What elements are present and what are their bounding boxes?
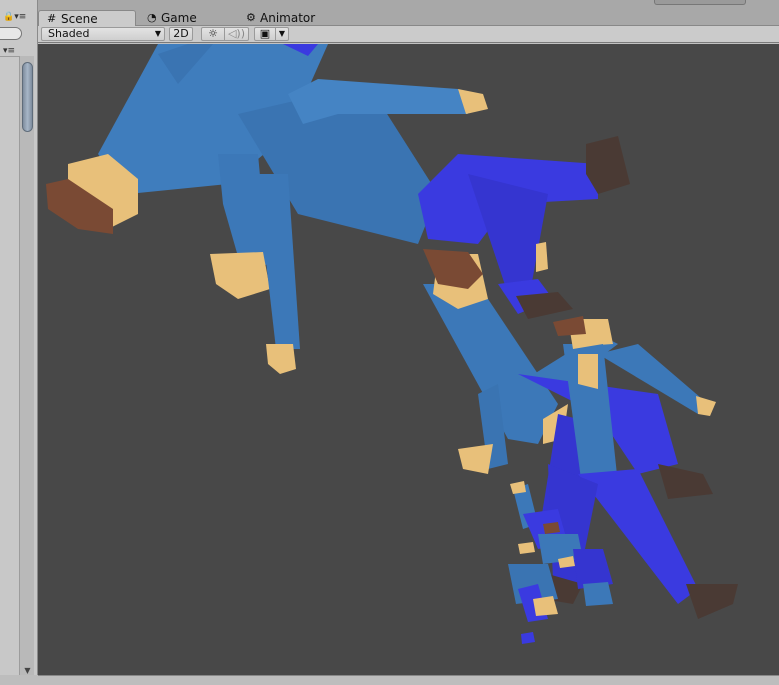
tab-scene-label: Scene — [61, 12, 98, 26]
scroll-down-arrow-icon[interactable]: ▼ — [23, 667, 32, 675]
chevron-down-icon: ▼ — [154, 29, 161, 38]
panel-footer — [38, 675, 779, 685]
speaker-icon: ◁)) — [227, 27, 246, 40]
panel-footer-left — [0, 675, 38, 685]
grid-icon: # — [47, 12, 57, 25]
lighting-toggle-button[interactable]: ☼ — [201, 27, 225, 41]
pacman-icon: ◔ — [147, 11, 157, 24]
tab-game-label: Game — [161, 11, 197, 25]
tab-animator-label: Animator — [260, 11, 316, 25]
effects-menu-button[interactable]: ▼ — [276, 27, 289, 41]
scene-viewport[interactable] — [38, 44, 779, 675]
search-input[interactable] — [0, 27, 22, 40]
hierarchy-panel-edge: 🔒▾≡ ▾≡ ▼ — [0, 0, 38, 685]
character-large[interactable] — [46, 44, 630, 374]
shading-mode-value: Shaded — [48, 27, 90, 40]
animator-icon: ⚙ — [246, 11, 256, 24]
layout-controls[interactable] — [654, 0, 746, 5]
scene-toolbar: Shaded ▼ 2D ☼ ◁)) ▣ ▼ — [38, 26, 779, 43]
divider — [0, 56, 19, 57]
tab-game[interactable]: ◔ Game — [139, 10, 239, 26]
vertical-scrollbar[interactable]: ▼ — [19, 56, 34, 676]
tab-bar: # Scene ◔ Game ⚙ Animator — [38, 0, 779, 26]
chevron-down-icon: ▼ — [278, 29, 286, 38]
effects-toggle-button[interactable]: ▣ — [254, 27, 276, 41]
panel-menu-icon[interactable]: ▾≡ — [3, 46, 17, 56]
sun-icon: ☼ — [208, 27, 218, 40]
scrollbar-thumb[interactable] — [22, 62, 33, 132]
scene-render — [46, 44, 738, 644]
audio-toggle-button[interactable]: ◁)) — [225, 27, 249, 41]
image-icon: ▣ — [259, 27, 271, 40]
lock-icon[interactable]: 🔒▾≡ — [3, 12, 35, 24]
tab-scene[interactable]: # Scene — [38, 10, 136, 26]
tab-animator[interactable]: ⚙ Animator — [238, 10, 348, 26]
shading-mode-dropdown[interactable]: Shaded ▼ — [41, 27, 165, 41]
2d-toggle-button[interactable]: 2D — [169, 27, 193, 41]
